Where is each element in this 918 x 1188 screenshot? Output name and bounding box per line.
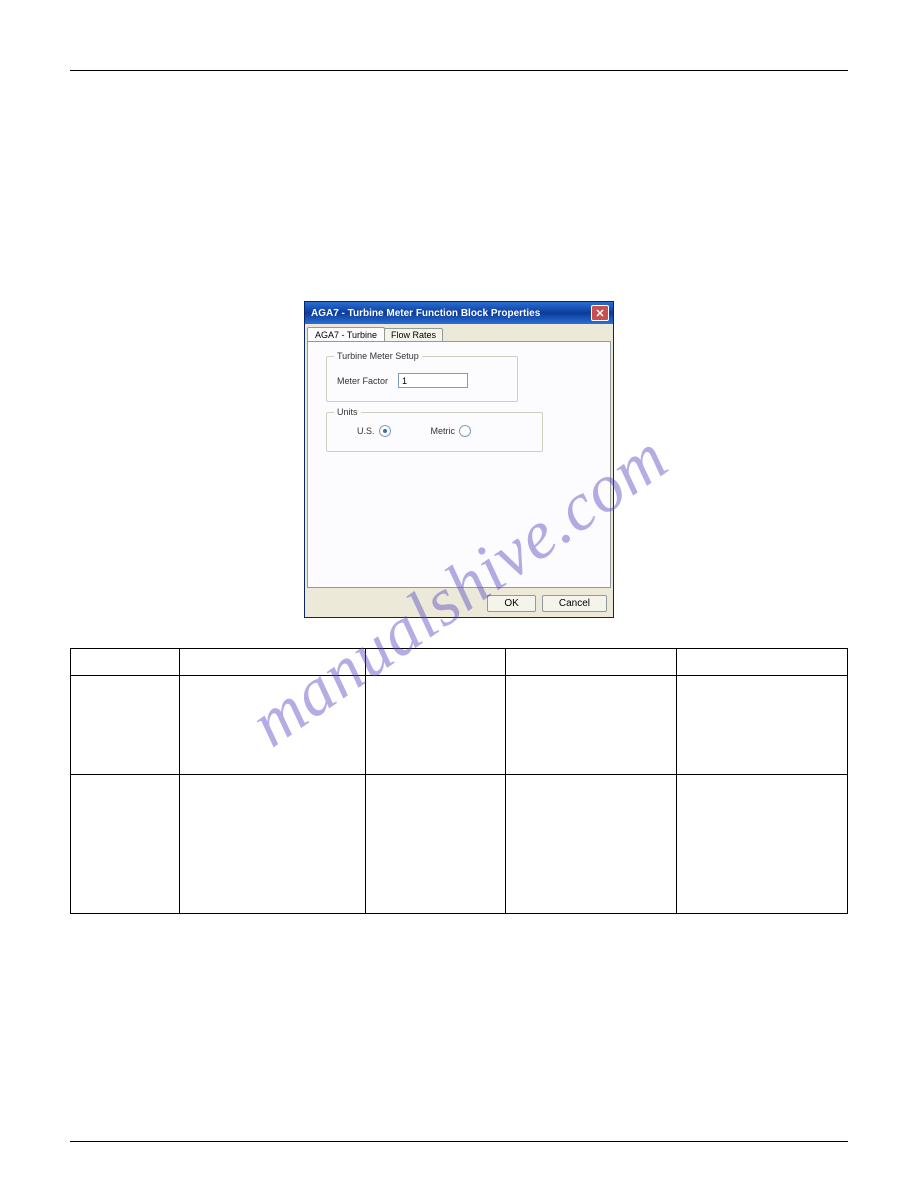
tab-aga7-turbine[interactable]: AGA7 - Turbine [307, 327, 385, 342]
table-cell [506, 676, 677, 775]
header-rule [70, 70, 848, 71]
group-title-units: Units [334, 407, 361, 417]
table-header [366, 649, 506, 676]
units-group: Units U.S. Metric [326, 412, 543, 452]
close-icon [596, 309, 604, 317]
radio-icon [379, 425, 391, 437]
table-header [677, 649, 848, 676]
table-header [506, 649, 677, 676]
table-cell [677, 775, 848, 914]
radio-us-label: U.S. [357, 426, 375, 436]
radio-metric-label: Metric [431, 426, 456, 436]
footer-rule [70, 1141, 848, 1142]
meter-factor-input[interactable] [398, 373, 468, 388]
cancel-button[interactable]: Cancel [542, 595, 607, 612]
table-header-row [71, 649, 848, 676]
table-cell [506, 775, 677, 914]
turbine-meter-setup-group: Turbine Meter Setup Meter Factor [326, 356, 518, 402]
table-row [71, 676, 848, 775]
group-title-turbine: Turbine Meter Setup [334, 351, 422, 361]
table-cell [366, 775, 506, 914]
table-cell [366, 676, 506, 775]
tab-body: Turbine Meter Setup Meter Factor Units U… [307, 341, 611, 588]
table-cell [179, 775, 365, 914]
table-cell [677, 676, 848, 775]
radio-metric[interactable]: Metric [431, 425, 472, 437]
table-cell [179, 676, 365, 775]
dialog-titlebar: AGA7 - Turbine Meter Function Block Prop… [305, 302, 613, 324]
radio-us[interactable]: U.S. [357, 425, 391, 437]
dialog-button-bar: OK Cancel [305, 590, 613, 617]
table-row [71, 775, 848, 914]
content-area: AGA7 - Turbine Meter Function Block Prop… [70, 101, 848, 1141]
table-cell [71, 676, 180, 775]
radio-icon [459, 425, 471, 437]
close-button[interactable] [591, 305, 609, 321]
properties-dialog: AGA7 - Turbine Meter Function Block Prop… [304, 301, 614, 618]
table-cell [71, 775, 180, 914]
table-header [71, 649, 180, 676]
ok-button[interactable]: OK [487, 595, 535, 612]
table-header [179, 649, 365, 676]
tabs-row: AGA7 - Turbine Flow Rates [305, 324, 613, 341]
dialog-title: AGA7 - Turbine Meter Function Block Prop… [311, 308, 540, 319]
parameter-table [70, 648, 848, 914]
meter-factor-label: Meter Factor [337, 376, 388, 386]
dialog-screenshot: AGA7 - Turbine Meter Function Block Prop… [70, 301, 848, 618]
